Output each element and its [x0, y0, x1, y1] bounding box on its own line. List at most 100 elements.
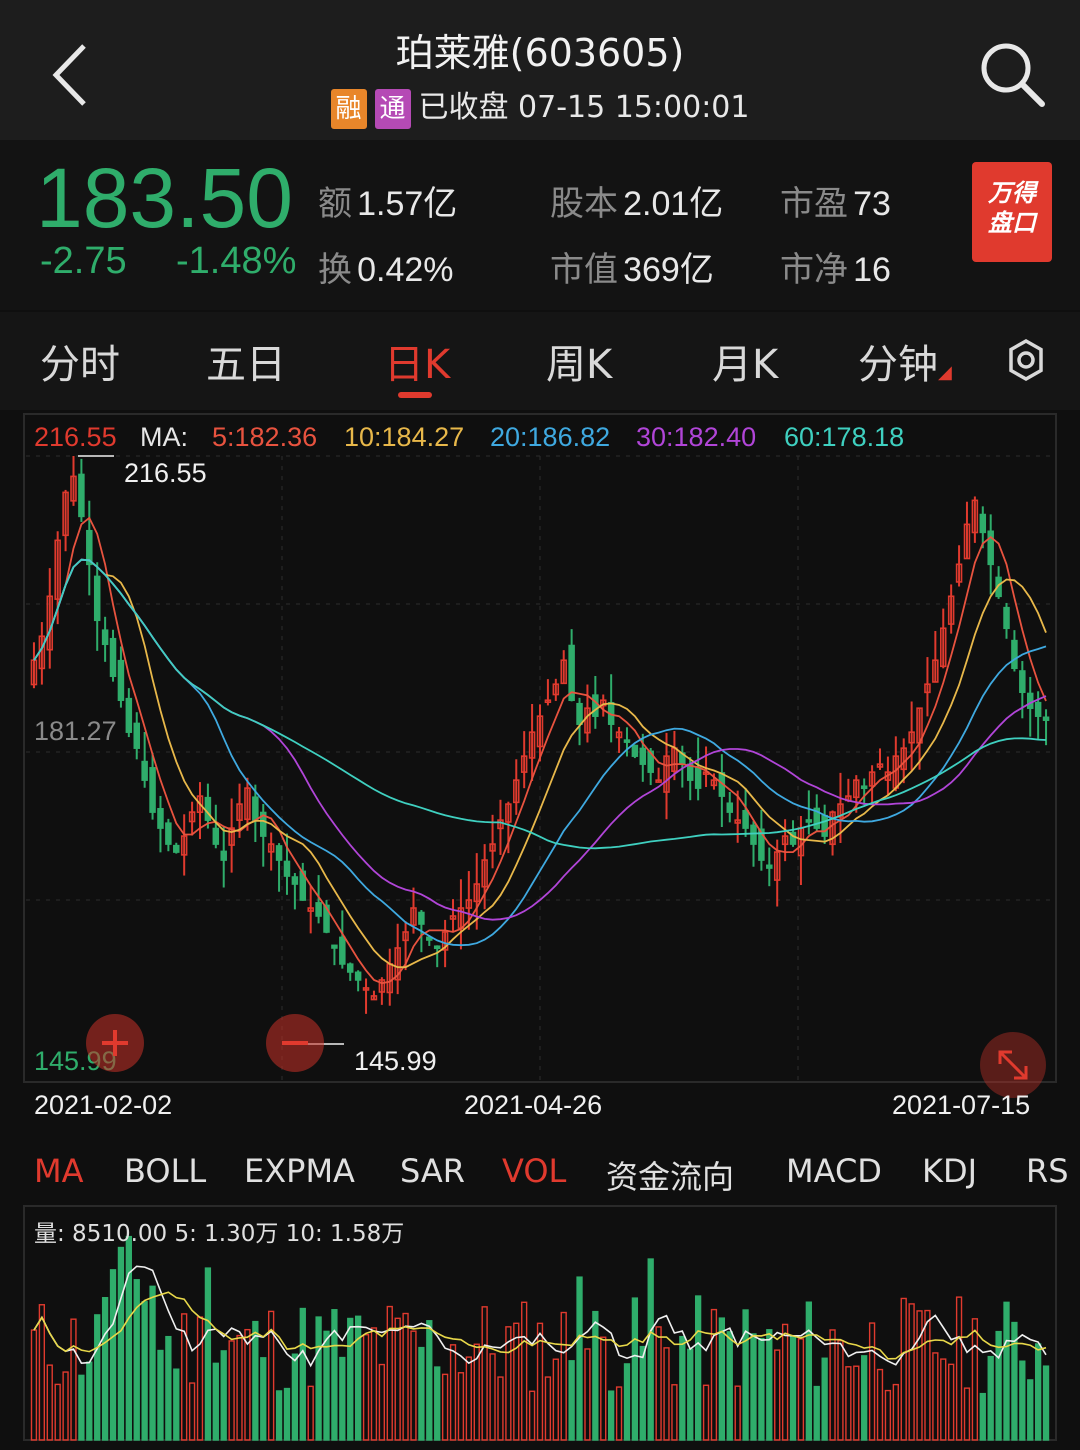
- candle-body: [291, 876, 299, 885]
- ma60-value: 60:178.18: [784, 422, 905, 452]
- candle-body: [592, 694, 599, 717]
- candle-body: [1003, 606, 1010, 630]
- indicator-fund-flow[interactable]: 资金流向: [606, 1152, 734, 1198]
- candle-body: [275, 845, 283, 861]
- dropdown-triangle-icon: ◢: [938, 362, 952, 383]
- indicator-expma[interactable]: EXPMA: [244, 1152, 355, 1190]
- volume-bar: [149, 1285, 156, 1441]
- volume-bar: [196, 1316, 204, 1441]
- volume-bar: [465, 1356, 472, 1441]
- chart-high-label: 216.55: [34, 422, 117, 452]
- volume-bar: [979, 1392, 986, 1441]
- volume-bar: [354, 1315, 362, 1441]
- volume-bar: [220, 1350, 227, 1441]
- min-price-marker: 145.99: [354, 1046, 437, 1076]
- candle-body: [726, 802, 734, 813]
- search-icon: [981, 43, 1045, 107]
- candle-body: [141, 760, 148, 781]
- volume-bar: [117, 1246, 125, 1441]
- volume-bar: [1027, 1379, 1034, 1441]
- indicator-kdj[interactable]: KDJ: [922, 1152, 977, 1190]
- tab-weekly-k[interactable]: 周K: [546, 332, 612, 390]
- volume-bar: [54, 1383, 61, 1441]
- volume-bar: [829, 1329, 836, 1441]
- candle-body: [821, 814, 828, 837]
- candle-body: [331, 944, 338, 949]
- volume-bar: [932, 1352, 939, 1441]
- volume-bar: [307, 1385, 314, 1441]
- candle-body: [742, 810, 749, 829]
- volume-bar: [924, 1309, 931, 1441]
- volume-bar: [868, 1322, 876, 1441]
- volume-bar: [323, 1330, 330, 1441]
- candle-body: [354, 971, 362, 981]
- volume-bar: [694, 1295, 702, 1441]
- volume-bar: [797, 1338, 805, 1441]
- candle-body: [1011, 639, 1018, 670]
- candle-body: [204, 796, 212, 821]
- volume-bar: [884, 1389, 892, 1441]
- volume-bar: [679, 1335, 686, 1441]
- volume-bar: [165, 1335, 172, 1441]
- volume-bar: [805, 1301, 812, 1441]
- volume-bar: [861, 1355, 868, 1441]
- volume-bar: [347, 1317, 354, 1441]
- indicator-boll[interactable]: BOLL: [124, 1152, 206, 1190]
- volume-bar: [528, 1390, 536, 1441]
- candle-body: [133, 722, 140, 749]
- candle-body: [750, 824, 757, 845]
- volume-bar: [236, 1334, 243, 1441]
- volume-bar: [766, 1329, 773, 1441]
- indicator-vol[interactable]: VOL: [502, 1152, 566, 1190]
- max-price-marker: 216.55: [124, 458, 207, 488]
- tab-minute[interactable]: 分钟◢: [858, 332, 952, 390]
- indicator-ma[interactable]: MA: [34, 1152, 84, 1190]
- volume-bar: [955, 1296, 963, 1441]
- candle-body: [220, 850, 227, 861]
- volume-bar: [671, 1384, 678, 1441]
- volume-bar: [600, 1336, 607, 1441]
- volume-bar: [173, 1368, 180, 1441]
- volume-bar: [457, 1372, 465, 1441]
- candle-body: [418, 911, 425, 925]
- volume-bar: [331, 1309, 338, 1441]
- indicator-macd[interactable]: MACD: [786, 1152, 882, 1190]
- search-button[interactable]: [976, 38, 1048, 110]
- volume-bar: [963, 1387, 971, 1441]
- volume-legend: 量: 8510.00 5: 1.30万 10: 1.58万: [34, 1221, 405, 1247]
- candle-body: [339, 936, 346, 965]
- x-axis-start-date: 2021-02-02: [34, 1090, 173, 1120]
- volume-bar: [188, 1382, 196, 1441]
- volume-ma5-line: [33, 1265, 1047, 1368]
- tab-monthly-k[interactable]: 月K: [712, 332, 778, 390]
- volume-bar: [299, 1307, 306, 1441]
- gear-icon: [1009, 338, 1043, 382]
- indicator-rsi[interactable]: RS: [1026, 1152, 1069, 1190]
- kline-chart[interactable]: [0, 410, 1080, 1450]
- candle-body: [1026, 692, 1034, 709]
- zoom-out-button[interactable]: [266, 1014, 324, 1072]
- tab-intraday[interactable]: 分时: [40, 332, 120, 390]
- indicator-sar[interactable]: SAR: [400, 1152, 465, 1190]
- volume-bar: [38, 1304, 46, 1441]
- volume-bar: [513, 1322, 520, 1441]
- volume-bar: [758, 1337, 765, 1441]
- tab-five-day[interactable]: 五日: [206, 332, 286, 390]
- wind-orderbook-button[interactable]: 万得 盘口: [972, 162, 1052, 262]
- zoom-in-button[interactable]: [86, 1014, 144, 1072]
- volume-bar: [418, 1346, 425, 1441]
- ma60-line: [33, 558, 1047, 850]
- volume-bar: [339, 1356, 346, 1441]
- volume-bar: [837, 1339, 844, 1441]
- volume-bar: [426, 1320, 433, 1441]
- ma20-value: 20:186.82: [490, 422, 611, 452]
- candle-body: [315, 902, 322, 917]
- volume-bar: [702, 1384, 710, 1441]
- candle-body: [212, 827, 220, 845]
- volume-bar: [647, 1258, 654, 1441]
- stat-pe: 市盈 73: [780, 184, 891, 224]
- tab-daily-k[interactable]: 日K: [384, 332, 450, 390]
- chart-settings-button[interactable]: [1004, 338, 1048, 382]
- volume-bar: [386, 1305, 393, 1441]
- fullscreen-button[interactable]: [980, 1032, 1046, 1098]
